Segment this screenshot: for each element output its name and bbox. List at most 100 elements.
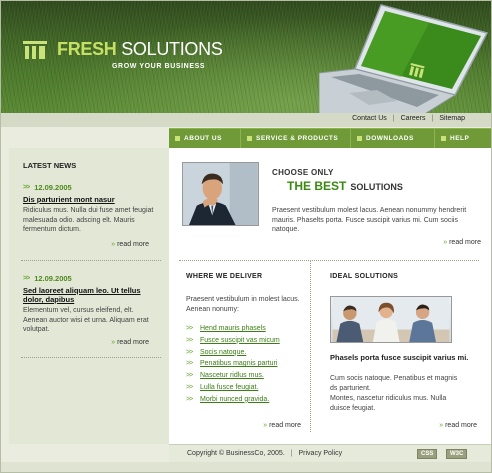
main-content: CHOOSE ONLY THE BEST SOLUTIONS Praesent v… — [169, 148, 491, 444]
double-arrow-icon: >> — [186, 325, 193, 332]
double-arrow-icon: >> — [186, 372, 193, 380]
read-more-label: read more — [269, 422, 301, 429]
footer-separator: | — [290, 450, 293, 457]
divider — [21, 260, 161, 261]
read-more-link[interactable]: » read more — [443, 239, 481, 246]
delivery-link-label: Lulla fusce feugiat. — [200, 383, 259, 391]
delivery-link[interactable]: >> Fusce suscipit vas micum — [186, 337, 280, 349]
menu-label: SERVICE & PRODUCTS — [256, 135, 339, 142]
read-more-label: read more — [449, 239, 481, 246]
read-more-link[interactable]: » read more — [111, 241, 149, 248]
ideal-solutions-title: Phasels porta fusce suscipit varius mi. — [330, 353, 469, 362]
team-meeting-photo — [330, 296, 452, 343]
double-arrow-icon: » — [439, 422, 444, 429]
read-more-link[interactable]: » read more — [111, 339, 149, 346]
double-arrow-icon: » — [111, 339, 116, 346]
delivery-link[interactable]: >> Socis natoque. — [186, 349, 280, 361]
read-more-link[interactable]: » read more — [263, 422, 301, 429]
footer: Copyright © BusinessCo, 2005. | Privacy … — [169, 444, 491, 462]
top-link-separator: | — [431, 115, 434, 122]
news-title-link[interactable]: Sed laoreet aliquam leo. Ut tellus dolor… — [23, 286, 158, 304]
read-more-label: read more — [117, 339, 149, 346]
solutions-text: SOLUTIONS — [350, 182, 403, 192]
delivery-link-label: Penatibus magnis parturi — [200, 360, 278, 368]
brand-tagline: GROW YOUR BUSINESS — [112, 63, 206, 70]
menu-item-help[interactable]: HELP — [435, 129, 491, 149]
latest-news-sidebar: LATEST NEWS >> 12.09.2005 Dis parturient… — [9, 148, 169, 444]
brand-name-part1: FRESH — [57, 39, 117, 59]
delivery-link[interactable]: >> Hend mauris phasels — [186, 325, 280, 337]
menu-label: ABOUT US — [184, 135, 222, 142]
news-text: Elementum vel, cursus eleifend, elt. Aen… — [23, 307, 149, 333]
brand-logo-text[interactable]: FRESH SOLUTIONS — [57, 39, 223, 60]
news-item: >> 12.09.2005 Sed laoreet aliquam leo. U… — [23, 274, 158, 335]
top-links: Contact Us | Careers | Sitemap — [352, 115, 465, 122]
delivery-link[interactable]: >> Penatibus magnis parturi — [186, 360, 280, 372]
read-more-link[interactable]: » read more — [439, 422, 477, 429]
read-more-label: read more — [445, 422, 477, 429]
ideal-solutions-heading: IDEAL SOLUTIONS — [330, 273, 399, 280]
bullet-square-icon — [175, 136, 180, 141]
menu-item-downloads[interactable]: DOWNLOADS — [351, 128, 435, 149]
brand-name-part2: SOLUTIONS — [121, 39, 223, 59]
menu-item-about-us[interactable]: ABOUT US — [169, 128, 241, 149]
bullet-square-icon — [247, 136, 252, 141]
double-arrow-icon: » — [263, 422, 268, 429]
contact-us-link[interactable]: Contact Us — [352, 115, 387, 122]
read-more-label: read more — [117, 241, 149, 248]
menu-label: HELP — [450, 135, 470, 142]
logo-icon[interactable] — [23, 41, 47, 59]
menu-item-service-products[interactable]: SERVICE & PRODUCTS — [241, 128, 351, 149]
double-arrow-icon: >> — [186, 336, 193, 344]
businessman-photo — [182, 162, 259, 226]
news-title-link[interactable]: Dis parturient mont nasur — [23, 195, 158, 204]
careers-link[interactable]: Careers — [401, 115, 426, 122]
laptop-image — [319, 4, 489, 113]
intro-text: Praesent vestibulum molest lacus. Aenean… — [272, 207, 467, 233]
delivery-link[interactable]: >> Nascetur ridlus mus. — [186, 372, 280, 384]
choose-only-heading: CHOOSE ONLY — [272, 168, 334, 177]
news-date: >> 12.09.2005 — [23, 183, 158, 192]
double-arrow-icon: >> — [186, 348, 193, 356]
column-divider — [310, 260, 311, 432]
css-valid-badge[interactable]: CSS — [417, 449, 438, 459]
w3c-valid-badge[interactable]: W3C — [446, 449, 468, 459]
news-item: >> 12.09.2005 Dis parturient mont nasur … — [23, 183, 158, 235]
news-text: Ridiculus mus. Nulla dui fuse amet feugi… — [23, 207, 154, 233]
sitemap-link[interactable]: Sitemap — [439, 115, 465, 122]
footer-copy: Copyright © BusinessCo, 2005. | Privacy … — [187, 450, 342, 457]
menu-label: DOWNLOADS — [366, 135, 414, 142]
top-link-separator: | — [392, 115, 395, 122]
delivery-links-list: >> Hend mauris phasels >> Fusce suscipit v… — [186, 325, 280, 408]
delivery-link-label: Socis natoque. — [200, 348, 247, 356]
where-we-deliver-heading: WHERE WE DELIVER — [186, 273, 263, 280]
bullet-square-icon — [441, 136, 446, 141]
double-arrow-icon: >> — [186, 383, 193, 391]
main-menu: ABOUT US SERVICE & PRODUCTS DOWNLOADS HE… — [169, 128, 491, 149]
delivery-link-label: Fusce suscipit vas micum — [200, 336, 280, 344]
double-arrow-icon: >> — [23, 275, 30, 282]
header-banner: FRESH SOLUTIONS GROW YOUR BUSINESS — [1, 1, 491, 113]
best-text: THE BEST — [287, 179, 347, 193]
delivery-link-label: Morbi nunced gravida. — [200, 395, 270, 403]
divider — [21, 357, 161, 358]
double-arrow-icon: » — [111, 241, 116, 248]
page: FRESH SOLUTIONS GROW YOUR BUSINESS Conta… — [0, 0, 492, 473]
news-date: >> 12.09.2005 — [23, 274, 158, 283]
double-arrow-icon: » — [443, 239, 448, 246]
divider — [179, 260, 479, 261]
bullet-square-icon — [357, 136, 362, 141]
news-date-text: 12.09.2005 — [34, 183, 72, 192]
best-solutions-heading: THE BEST SOLUTIONS — [287, 179, 403, 193]
delivery-link[interactable]: >> Lulla fusce feugiat. — [186, 384, 280, 396]
delivery-link-label: Nascetur ridlus mus. — [200, 372, 264, 380]
double-arrow-icon: >> — [186, 395, 193, 403]
copyright-text: Copyright © BusinessCo, 2005. — [187, 450, 285, 457]
delivery-link[interactable]: >> Morbi nunced gravida. — [186, 396, 280, 408]
ideal-solutions-text-2: Montes, nascetur ridiculus mus. Nulla du… — [330, 395, 447, 412]
bottom-strip — [1, 462, 491, 472]
where-we-deliver-text: Praesent vestibulum in molest lacus. Aen… — [186, 296, 300, 313]
privacy-policy-link[interactable]: Privacy Policy — [299, 450, 343, 457]
double-arrow-icon: >> — [186, 360, 193, 368]
news-date-text: 12.09.2005 — [34, 274, 72, 283]
